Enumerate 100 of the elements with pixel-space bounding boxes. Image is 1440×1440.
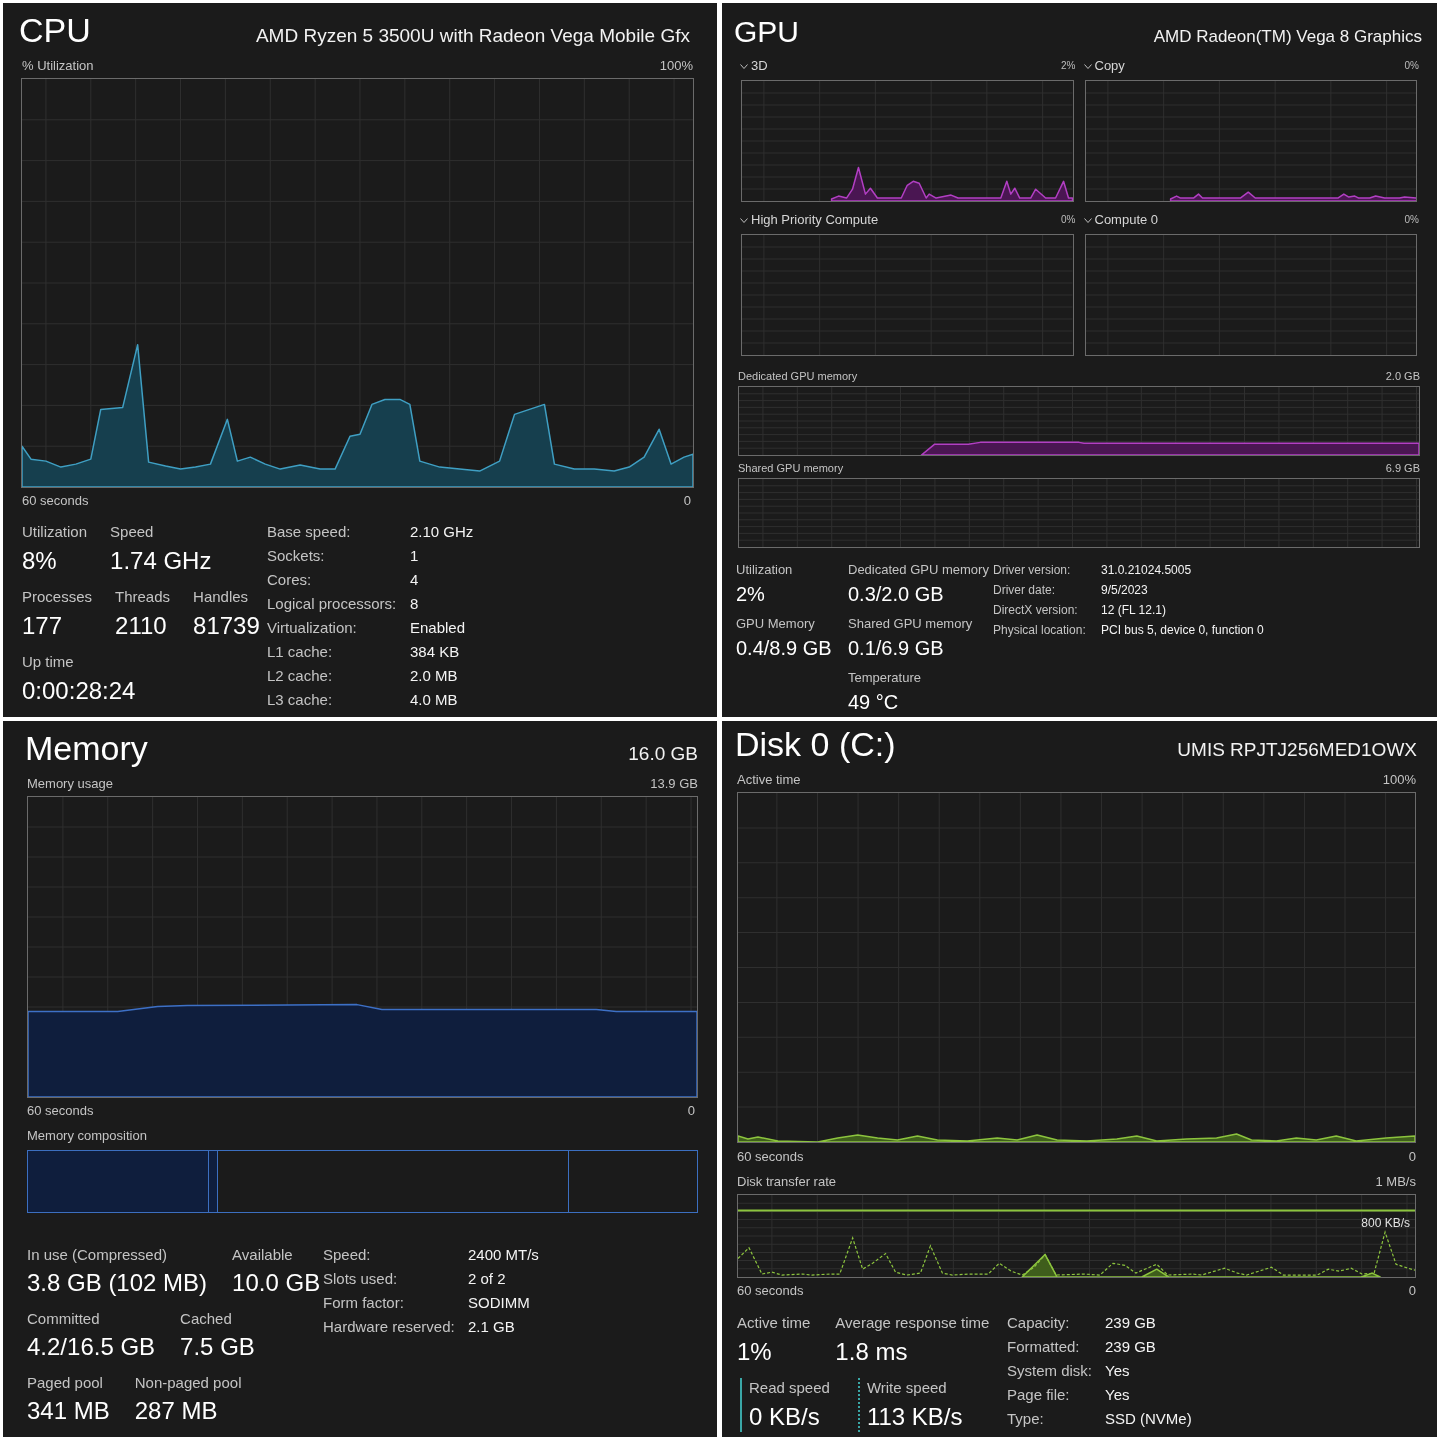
detail-value: SODIMM xyxy=(468,1293,531,1313)
detail-label: System disk: xyxy=(1007,1361,1094,1381)
panel-title: GPU xyxy=(734,14,799,50)
detail-value: 2.0 MB xyxy=(410,666,459,686)
composition-label: Memory composition xyxy=(27,1128,147,1144)
stat-label: Utilization xyxy=(22,522,88,542)
stat-label: Threads xyxy=(115,587,171,607)
graph-label: Dedicated GPU memory xyxy=(738,369,858,383)
detail-label: Capacity: xyxy=(1007,1313,1071,1333)
device-name: UMIS RPJTJ256MED1OWX xyxy=(1177,738,1417,762)
stat-value: 0.1/6.9 GB xyxy=(848,636,945,661)
stat-value: 49 °C xyxy=(848,690,900,715)
detail-label: L1 cache: xyxy=(267,642,334,662)
solid-line-icon xyxy=(740,1378,742,1432)
stat-value: 177 xyxy=(22,611,64,641)
detail-value: 384 KB xyxy=(410,642,461,662)
stat-value: 8% xyxy=(22,546,58,576)
stat-value: 2110 xyxy=(115,611,168,641)
stat-label: Dedicated GPU memory xyxy=(848,562,990,578)
graph-label: Shared GPU memory xyxy=(738,461,844,475)
time-end-label: 0 xyxy=(1408,1283,1416,1299)
stat-label: Handles xyxy=(193,587,250,607)
detail-value: 8 xyxy=(410,594,420,614)
chevron-down-icon xyxy=(740,217,748,223)
panel-title: Memory xyxy=(25,728,148,768)
stat-label: Processes xyxy=(22,587,93,607)
detail-value: SSD (NVMe) xyxy=(1105,1409,1192,1429)
time-end-label: 0 xyxy=(683,493,691,509)
detail-label: Driver version: xyxy=(993,562,1072,579)
stat-value: 113 KB/s xyxy=(866,1402,963,1432)
panel-title: CPU xyxy=(19,10,91,50)
stat-label: Write speed xyxy=(866,1378,948,1398)
stat-value: 1.74 GHz xyxy=(110,546,212,576)
engine-selector[interactable]: Copy xyxy=(1083,58,1125,74)
detail-label: DirectX version: xyxy=(993,602,1079,619)
detail-value: 9/5/2023 xyxy=(1101,582,1149,599)
detail-value: 239 GB xyxy=(1105,1337,1157,1357)
engine-percent: 0% xyxy=(1404,214,1419,226)
stat-value: 1.8 ms xyxy=(835,1337,909,1367)
detail-label: L2 cache: xyxy=(267,666,334,686)
detail-value: 4.0 MB xyxy=(410,690,459,710)
detail-value: 239 GB xyxy=(1105,1313,1157,1333)
chevron-down-icon xyxy=(740,63,748,69)
stat-label: Cached xyxy=(180,1309,233,1329)
graph-max-label: 13.9 GB xyxy=(650,776,698,792)
detail-label: Type: xyxy=(1007,1409,1045,1429)
detail-value: 2 of 2 xyxy=(468,1269,507,1289)
stat-value: 0.3/2.0 GB xyxy=(848,582,945,607)
time-window-label: 60 seconds xyxy=(737,1149,804,1165)
detail-label: Form factor: xyxy=(323,1293,405,1313)
time-end-label: 0 xyxy=(1408,1149,1416,1165)
time-window-label: 60 seconds xyxy=(22,493,89,509)
detail-value: 1 xyxy=(410,546,420,566)
panel-title: Disk 0 (C:) xyxy=(735,724,896,764)
detail-label: Formatted: xyxy=(1007,1337,1081,1357)
graph-max-label: 1 MB/s xyxy=(1375,1174,1416,1190)
engine-selector[interactable]: 3D xyxy=(740,58,768,74)
stat-label: Non-paged pool xyxy=(134,1373,242,1393)
chevron-down-icon xyxy=(1083,63,1092,69)
stat-value: 4.2/16.5 GB xyxy=(27,1332,156,1362)
detail-label: Virtualization: xyxy=(267,618,358,638)
detail-value: Yes xyxy=(1105,1361,1131,1381)
device-name: AMD Radeon(TM) Vega 8 Graphics xyxy=(1153,26,1422,48)
stat-label: Up time xyxy=(22,652,75,672)
detail-label: Physical location: xyxy=(993,622,1087,639)
stat-label: Active time xyxy=(737,1313,811,1333)
stat-label: Temperature xyxy=(848,670,922,686)
engine-percent: 0% xyxy=(1061,214,1076,226)
stat-label: Speed xyxy=(110,522,155,542)
detail-label: Page file: xyxy=(1007,1385,1071,1405)
stat-label: Committed xyxy=(27,1309,101,1329)
stat-value: 7.5 GB xyxy=(180,1332,255,1362)
detail-label: Speed: xyxy=(323,1245,372,1265)
time-end-label: 0 xyxy=(687,1103,695,1119)
stat-label: GPU Memory xyxy=(736,616,816,632)
device-name: AMD Ryzen 5 3500U with Radeon Vega Mobile Gfx xyxy=(255,24,690,48)
scale-label: 800 KB/s xyxy=(1361,1216,1410,1230)
stat-label: Paged pool xyxy=(27,1373,104,1393)
stat-label: In use (Compressed) xyxy=(27,1245,169,1265)
stat-value: 2% xyxy=(736,582,766,607)
stat-label: Available xyxy=(232,1245,294,1265)
detail-value: Enabled xyxy=(410,618,467,638)
stat-value: 1% xyxy=(737,1337,773,1367)
detail-value: 31.0.21024.5005 xyxy=(1101,562,1193,579)
time-window-label: 60 seconds xyxy=(737,1283,804,1299)
engine-selector[interactable]: High Priority Compute xyxy=(740,212,879,228)
stat-label: Average response time xyxy=(835,1313,990,1333)
engine-selector[interactable]: Compute 0 xyxy=(1083,212,1159,228)
stat-value: 341 MB xyxy=(27,1396,110,1426)
detail-value: Yes xyxy=(1105,1385,1131,1405)
graph-max-label: 100% xyxy=(659,58,693,74)
detail-label: Hardware reserved: xyxy=(323,1317,456,1337)
graph-max-label: 6.9 GB xyxy=(1385,461,1420,475)
detail-label: Base speed: xyxy=(267,522,352,542)
stat-label: Shared GPU memory xyxy=(848,616,974,632)
engine-percent: 2% xyxy=(1061,60,1076,72)
chevron-down-icon xyxy=(1083,217,1092,223)
detail-label: Slots used: xyxy=(323,1269,399,1289)
stat-label: Utilization xyxy=(736,562,794,578)
graph-label: Disk transfer rate xyxy=(737,1174,836,1190)
